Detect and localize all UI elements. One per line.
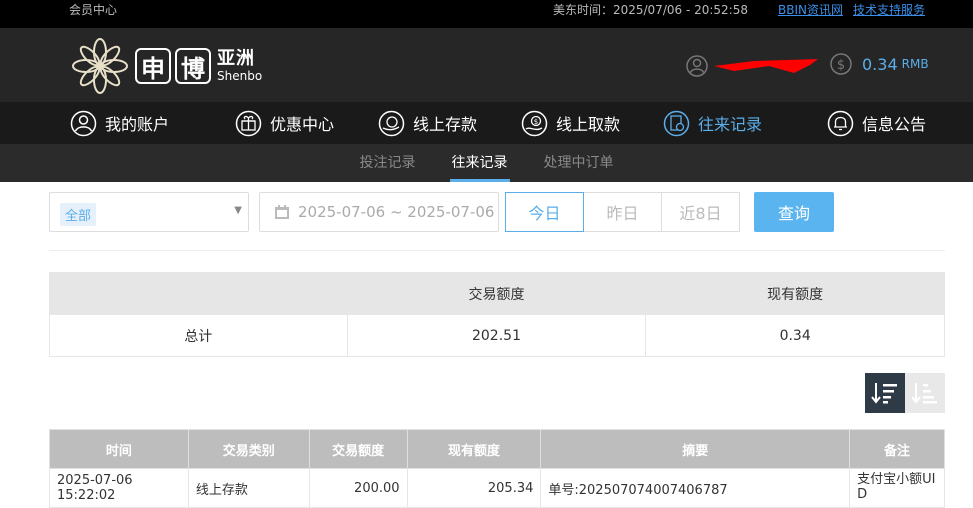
transaction-table: 时间 交易类别 交易额度 现有额度 摘要 备注 2025-07-06 15:22… xyxy=(49,429,945,508)
summary-header-cell: 现有额度 xyxy=(645,272,945,315)
flower-logo-icon xyxy=(72,38,128,94)
summary-total-row: 总计 202.51 0.34 xyxy=(49,314,945,357)
sort-desc-button[interactable] xyxy=(865,373,905,413)
nav-label: 线上存款 xyxy=(413,115,478,134)
nav-label: 往来记录 xyxy=(698,115,763,134)
nav-label: 优惠中心 xyxy=(270,115,335,134)
subtab-pending-orders[interactable]: 处理中订单 xyxy=(542,144,616,182)
summary-total-label: 总计 xyxy=(49,314,348,357)
server-time: 美东时间：2025/07/06 - 20:52:58 xyxy=(552,3,748,17)
cell-summary: 单号:202507074007406787 xyxy=(540,468,851,508)
svg-text:$: $ xyxy=(534,118,538,126)
top-bar: 会员中心 美东时间：2025/07/06 - 20:52:58 BBIN资讯网 … xyxy=(0,0,973,28)
nav-withdraw[interactable]: $ 线上取款 xyxy=(521,110,663,137)
quick-yesterday-button[interactable]: 昨日 xyxy=(583,192,662,232)
summary-total-balance: 0.34 xyxy=(645,314,945,357)
sort-asc-button[interactable] xyxy=(905,373,945,413)
col-summary: 摘要 xyxy=(540,429,851,469)
subtab-transaction-records[interactable]: 往来记录 xyxy=(449,144,510,182)
nav-transaction-records[interactable]: 往来记录 xyxy=(663,110,827,137)
nav-promotions[interactable]: 优惠中心 xyxy=(235,110,378,137)
filter-bar: 全部 ▼ 2025-07-06 ~ 2025-07-06 今日 昨日 近8日 查… xyxy=(49,192,945,232)
gift-icon xyxy=(235,110,262,136)
bbin-info-link[interactable]: BBIN资讯网 xyxy=(778,1,843,18)
col-remark: 备注 xyxy=(849,429,945,469)
cell-time: 2025-07-06 15:22:02 xyxy=(49,468,189,508)
logo-char-2: 博 xyxy=(175,48,211,84)
summary-table: 交易额度 现有额度 总计 202.51 0.34 xyxy=(49,272,945,357)
member-center-label: 会员中心 xyxy=(69,3,118,17)
subtab-bet-records[interactable]: 投注记录 xyxy=(358,144,418,182)
withdraw-icon: $ xyxy=(521,110,548,136)
col-balance: 现有额度 xyxy=(406,429,542,469)
main-nav: 我的账户 优惠中心 线上存款 $ 线上取款 往来记录 信息公告 xyxy=(0,102,973,144)
cell-remark: 支付宝小额UID xyxy=(849,468,945,508)
deposit-icon xyxy=(378,110,405,136)
quick-date-group: 今日 昨日 近8日 xyxy=(505,192,740,232)
col-type: 交易类别 xyxy=(187,429,310,469)
sub-nav: 投注记录 往来记录 处理中订单 xyxy=(0,144,973,182)
svg-text:$: $ xyxy=(837,58,845,73)
balance-display: $ 0.34 RMB xyxy=(830,53,929,75)
logo-text: 亚洲 Shenbo xyxy=(217,48,263,83)
nav-label: 线上取款 xyxy=(556,115,621,134)
top-bar-right: 美东时间：2025/07/06 - 20:52:58 BBIN资讯网 技术支持服… xyxy=(553,1,925,18)
query-button[interactable]: 查询 xyxy=(754,192,834,232)
quick-today-button[interactable]: 今日 xyxy=(505,192,584,232)
cell-amount: 200.00 xyxy=(308,468,408,508)
nav-label: 我的账户 xyxy=(105,115,170,134)
sort-ascending-icon xyxy=(911,383,937,404)
divider xyxy=(49,250,945,251)
transaction-header-row: 时间 交易类别 交易额度 现有额度 摘要 备注 xyxy=(49,429,945,469)
user-circle-icon xyxy=(70,110,97,136)
tech-support-link[interactable]: 技术支持服务 xyxy=(853,1,925,18)
dollar-coin-icon: $ xyxy=(830,53,852,75)
logo-text-en: Shenbo xyxy=(217,69,263,83)
user-icon xyxy=(686,55,708,77)
balance-currency: RMB xyxy=(901,57,929,71)
bell-icon xyxy=(827,110,854,136)
sort-buttons xyxy=(865,373,945,413)
date-range-value: 2025-07-06 ~ 2025-07-06 xyxy=(298,203,495,221)
logo-char-1: 申 xyxy=(135,48,171,84)
shenbo-logo[interactable]: 申 博 亚洲 Shenbo xyxy=(69,35,262,97)
calendar-icon xyxy=(275,205,289,219)
summary-total-transaction: 202.51 xyxy=(346,314,647,357)
header: 申 博 亚洲 Shenbo $ 0.34 RMB xyxy=(0,28,973,102)
summary-header-cell: 交易额度 xyxy=(346,272,647,315)
selected-type-tag: 全部 xyxy=(60,203,97,226)
username-redaction xyxy=(714,59,818,73)
transaction-type-select[interactable]: 全部 ▼ xyxy=(49,192,249,232)
quick-last-8-days-button[interactable]: 近8日 xyxy=(661,192,740,232)
balance-amount: 0.34 xyxy=(862,54,898,74)
nav-announcements[interactable]: 信息公告 xyxy=(827,110,947,137)
user-info[interactable] xyxy=(686,55,818,77)
cell-type: 线上存款 xyxy=(187,468,310,508)
nav-my-account[interactable]: 我的账户 xyxy=(70,110,235,137)
summary-header-cell xyxy=(49,272,348,315)
table-row: 2025-07-06 15:22:02 线上存款 200.00 205.34 单… xyxy=(49,468,945,508)
logo-text-cn: 亚洲 xyxy=(217,48,255,69)
nav-deposit[interactable]: 线上存款 xyxy=(378,110,521,137)
cell-balance: 205.34 xyxy=(406,468,542,508)
nav-label: 信息公告 xyxy=(862,115,927,134)
col-time: 时间 xyxy=(49,429,189,469)
sort-descending-icon xyxy=(871,383,897,404)
date-range-input[interactable]: 2025-07-06 ~ 2025-07-06 xyxy=(259,192,499,232)
col-amount: 交易额度 xyxy=(308,429,408,469)
caret-down-icon: ▼ xyxy=(234,205,242,216)
records-icon xyxy=(663,110,690,136)
summary-header-row: 交易额度 现有额度 xyxy=(49,272,945,315)
